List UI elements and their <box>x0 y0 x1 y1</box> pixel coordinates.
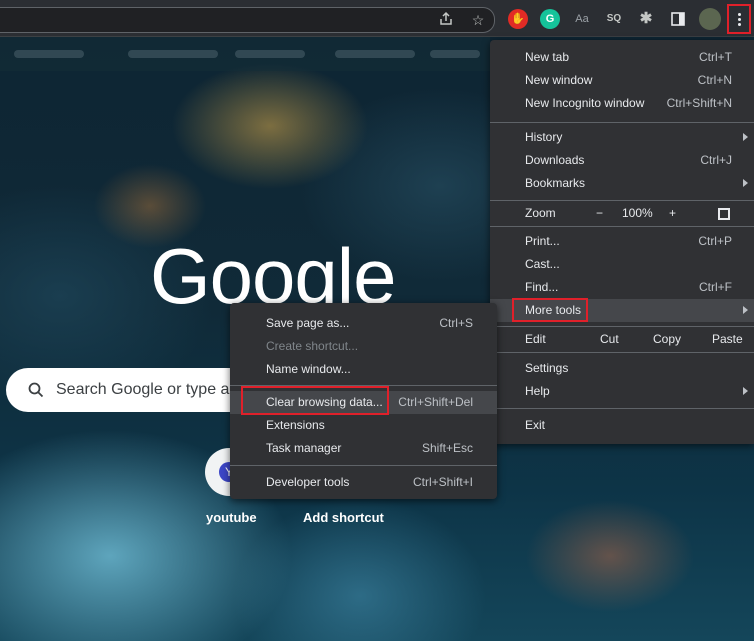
menu-label: Settings <box>525 361 569 375</box>
menu-item-cast[interactable]: Cast... <box>490 253 754 276</box>
menu-shortcut: Shift+Esc <box>421 441 473 455</box>
menu-item-new-window[interactable]: New window Ctrl+N <box>490 69 754 92</box>
kebab-dot <box>738 23 741 26</box>
menu-label: Bookmarks <box>525 176 586 190</box>
zoom-out-button[interactable]: − <box>596 206 603 220</box>
chrome-main-menu: New tab Ctrl+T New window Ctrl+N New Inc… <box>490 40 754 444</box>
menu-item-new-incognito[interactable]: New Incognito window Ctrl+Shift+N <box>490 92 754 115</box>
search-placeholder: Search Google or type a <box>56 381 230 398</box>
font-icon[interactable]: Aa <box>572 9 592 29</box>
submenu-arrow-icon <box>743 306 748 314</box>
menu-shortcut: Ctrl+S <box>439 316 473 330</box>
menu-shortcut: Ctrl+J <box>700 153 732 167</box>
address-bar[interactable]: ☆ <box>0 7 495 33</box>
puzzle-extensions-icon[interactable]: ✱ <box>636 9 656 29</box>
shortcut-youtube-label[interactable]: youtube <box>206 510 257 525</box>
adblock-icon[interactable]: ✋ <box>508 9 528 29</box>
bookmark-item[interactable] <box>235 50 305 58</box>
menu-item-history[interactable]: History <box>490 126 754 149</box>
bookmark-item[interactable] <box>128 50 218 58</box>
menu-label: Save page as... <box>266 316 350 330</box>
menu-label: Zoom <box>525 206 556 220</box>
menu-item-name-window[interactable]: Name window... <box>230 358 497 381</box>
menu-label: Print... <box>525 234 560 248</box>
highlight-box <box>512 298 588 322</box>
menu-shortcut: Ctrl+Shift+N <box>666 96 732 110</box>
menu-separator <box>490 352 754 353</box>
menu-item-task-manager[interactable]: Task manager Shift+Esc <box>230 437 497 460</box>
menu-shortcut: Ctrl+T <box>699 50 732 64</box>
menu-item-downloads[interactable]: Downloads Ctrl+J <box>490 149 754 172</box>
bookmark-item[interactable] <box>430 50 480 58</box>
share-icon[interactable] <box>437 11 455 29</box>
side-panel-icon[interactable] <box>668 9 688 29</box>
menu-item-zoom: Zoom − 100% + <box>490 202 754 225</box>
menu-label: Cast... <box>525 257 560 271</box>
menu-label: Exit <box>525 418 546 432</box>
menu-item-print[interactable]: Print... Ctrl+P <box>490 230 754 253</box>
menu-item-create-shortcut: Create shortcut... <box>230 335 497 358</box>
menu-label: Downloads <box>525 153 585 167</box>
menu-label: New tab <box>525 50 570 64</box>
cut-button[interactable]: Cut <box>600 332 619 346</box>
more-tools-submenu: Save page as... Ctrl+S Create shortcut..… <box>230 303 497 499</box>
menu-item-developer-tools[interactable]: Developer tools Ctrl+Shift+I <box>230 471 497 494</box>
menu-separator <box>490 200 754 201</box>
menu-item-new-tab[interactable]: New tab Ctrl+T <box>490 46 754 69</box>
menu-item-help[interactable]: Help <box>490 380 754 403</box>
menu-label: Extensions <box>266 418 325 432</box>
menu-item-exit[interactable]: Exit <box>490 414 754 437</box>
menu-label: Name window... <box>266 362 351 376</box>
copy-button[interactable]: Copy <box>653 332 681 346</box>
sq-icon[interactable]: SQ <box>604 9 624 29</box>
menu-label: New window <box>525 73 593 87</box>
menu-label: Task manager <box>266 441 342 455</box>
menu-label: Developer tools <box>266 475 350 489</box>
grammarly-icon[interactable]: G <box>540 9 560 29</box>
menu-label: Find... <box>525 280 559 294</box>
bookmarks-bar <box>0 37 490 71</box>
menu-label: Help <box>525 384 550 398</box>
menu-item-bookmarks[interactable]: Bookmarks <box>490 172 754 195</box>
menu-separator <box>490 408 754 409</box>
add-shortcut-label[interactable]: Add shortcut <box>303 510 384 525</box>
kebab-dot <box>738 18 741 21</box>
menu-label: Create shortcut... <box>266 339 359 353</box>
chrome-menu-button[interactable] <box>727 4 751 34</box>
menu-item-extensions[interactable]: Extensions <box>230 414 497 437</box>
submenu-arrow-icon <box>743 387 748 395</box>
menu-separator <box>230 465 497 466</box>
zoom-level: 100% <box>622 206 653 220</box>
paste-button[interactable]: Paste <box>712 332 743 346</box>
menu-shortcut: Ctrl+Shift+Del <box>398 395 473 409</box>
browser-toolbar: ☆ ✋ G Aa SQ ✱ <box>0 0 754 37</box>
menu-shortcut: Ctrl+F <box>699 280 732 294</box>
menu-label: New Incognito window <box>525 96 645 110</box>
menu-item-save-page[interactable]: Save page as... Ctrl+S <box>230 312 497 335</box>
menu-label: Edit <box>525 332 546 346</box>
menu-shortcut: Ctrl+N <box>697 73 732 87</box>
search-box[interactable]: Search Google or type a <box>6 368 256 412</box>
bookmark-star-icon[interactable]: ☆ <box>469 11 487 29</box>
menu-label: History <box>525 130 563 144</box>
kebab-dot <box>738 13 741 16</box>
menu-item-find[interactable]: Find... Ctrl+F <box>490 276 754 299</box>
profile-avatar[interactable] <box>699 8 721 30</box>
submenu-arrow-icon <box>743 133 748 141</box>
zoom-in-button[interactable]: + <box>669 206 676 220</box>
bookmark-item[interactable] <box>14 50 84 58</box>
menu-shortcut: Ctrl+P <box>698 234 732 248</box>
menu-separator <box>490 326 754 327</box>
menu-shortcut: Ctrl+Shift+I <box>412 475 473 489</box>
highlight-box <box>241 386 389 415</box>
menu-item-settings[interactable]: Settings <box>490 357 754 380</box>
fullscreen-icon[interactable] <box>718 208 730 220</box>
menu-separator <box>490 122 754 123</box>
menu-separator <box>490 226 754 227</box>
bookmark-item[interactable] <box>335 50 415 58</box>
submenu-arrow-icon <box>743 179 748 187</box>
search-icon <box>28 382 44 398</box>
menu-item-edit: Edit Cut Copy Paste <box>490 328 754 351</box>
